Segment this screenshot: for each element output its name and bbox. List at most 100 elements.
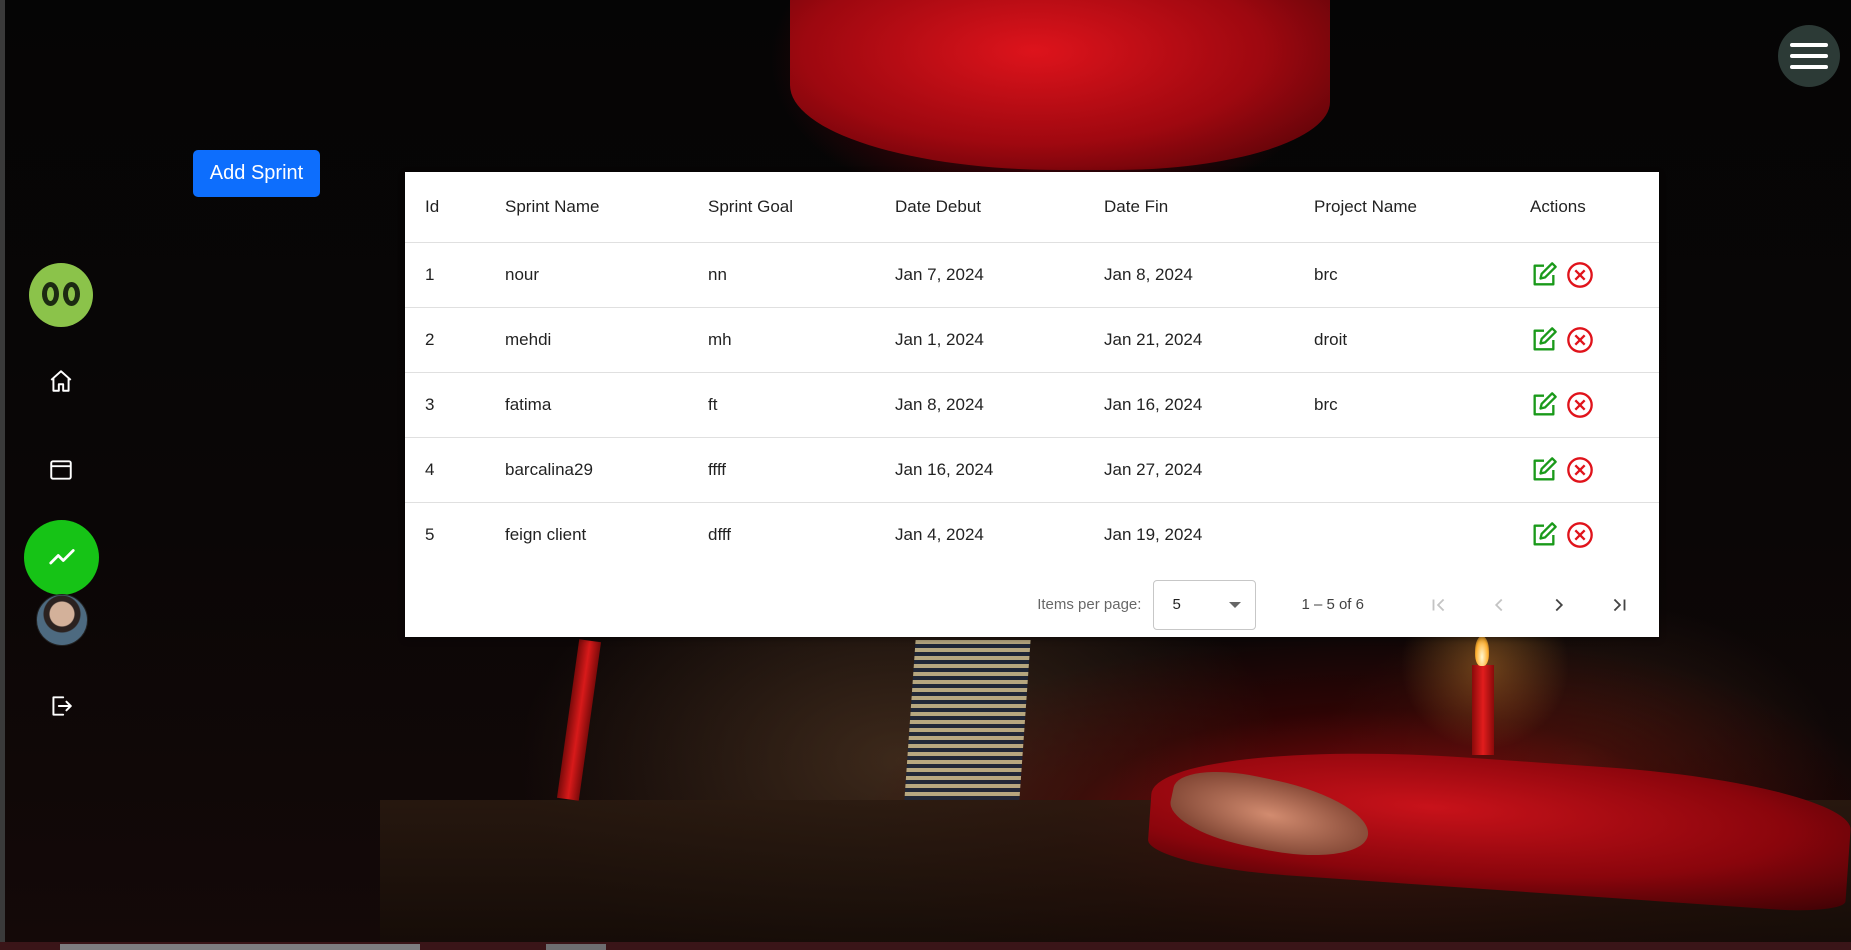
cell-sprint-name: feign client [505,525,587,544]
edit-icon [1533,262,1557,286]
column-header-project-name[interactable]: Project Name [1294,172,1510,243]
cell-sprint-goal: ffff [688,437,875,503]
table-row: 3 fatima ft Jan 8, 2024 Jan 16, 2024 brc [405,372,1659,438]
next-page-button[interactable] [1529,581,1589,629]
cell-sprint-name: nour [485,242,688,308]
cell-project-name [1294,437,1510,503]
table-row: 1 nour nn Jan 7, 2024 Jan 8, 2024 brc [405,242,1659,308]
brand-logo[interactable] [29,263,93,327]
edit-button[interactable] [1530,326,1558,354]
cell-sprint-name: barcalina29 [485,437,688,503]
cell-date-debut: Jan 7, 2024 [875,242,1084,308]
sidebar-item-home[interactable] [45,365,77,397]
sidebar-item-logout[interactable] [45,690,77,722]
row-actions [1530,456,1659,484]
cell-id: 5 [425,525,435,544]
cell-id: 4 [405,437,485,503]
hamburger-menu-icon [1790,43,1828,69]
delete-button[interactable] [1566,391,1594,419]
chevron-down-icon [1229,601,1242,608]
edit-button[interactable] [1530,456,1558,484]
edit-icon [1533,392,1557,416]
edit-button[interactable] [1530,521,1558,549]
edit-button[interactable] [1530,391,1558,419]
cell-date-fin: Jan 8, 2024 [1084,242,1294,308]
row-actions [1530,261,1659,289]
table-row: 5 feign client dfff Jan 4, 2024 Jan 19, 2024 [405,503,1659,568]
items-per-page-label: Items per page: [1037,596,1142,613]
cell-id: 1 [405,242,485,308]
cell-id: 3 [405,372,485,438]
sprints-table-card: Id Sprint Name Sprint Goal Date Debut Da… [405,172,1659,637]
page-range-label: 1 – 5 of 6 [1301,596,1364,613]
column-header-date-debut[interactable]: Date Debut [875,172,1084,243]
close-circle-icon [1567,327,1593,353]
close-circle-icon [1567,457,1593,483]
edit-button[interactable] [1530,261,1558,289]
home-icon [50,370,72,392]
chevron-left-icon [1494,598,1503,611]
sprints-table: Id Sprint Name Sprint Goal Date Debut Da… [405,172,1659,567]
cell-actions [1510,242,1659,308]
delete-button[interactable] [1566,521,1594,549]
sidebar-item-window[interactable] [45,454,77,486]
cell-date-fin: Jan 21, 2024 [1084,307,1294,373]
page-size-value: 5 [1172,596,1181,613]
hamburger-menu-button[interactable] [1778,25,1840,87]
table-row: 2 mehdi mh Jan 1, 2024 Jan 21, 2024 droit [405,307,1659,373]
cell-sprint-goal: mh [688,307,875,373]
column-header-id[interactable]: Id [405,172,485,243]
last-page-icon [1613,598,1626,611]
cell-project-name: brc [1294,242,1510,308]
close-circle-icon [1567,392,1593,418]
cell-project-name: brc [1294,372,1510,438]
last-page-button[interactable] [1589,581,1649,629]
cell-sprint-goal: ft [688,372,875,438]
avatar[interactable] [36,594,88,646]
edit-icon [1533,522,1557,546]
cell-sprint-goal: dfff [708,525,732,544]
column-header-sprint-goal[interactable]: Sprint Goal [688,172,875,243]
cell-date-fin: Jan 16, 2024 [1084,372,1294,438]
row-actions [1530,521,1659,549]
cell-sprint-name: fatima [485,372,688,438]
previous-page-button[interactable] [1469,581,1529,629]
sidebar-item-stats[interactable] [24,520,99,595]
table-row: 4 barcalina29 ffff Jan 16, 2024 Jan 27, 2024 [405,437,1659,503]
first-page-button[interactable] [1409,581,1469,629]
cell-date-debut: Jan 1, 2024 [875,307,1084,373]
cell-date-debut: Jan 4, 2024 [895,525,984,544]
delete-button[interactable] [1566,261,1594,289]
page-size-select[interactable]: 5 [1153,579,1257,630]
cell-date-debut: Jan 8, 2024 [875,372,1084,438]
column-header-date-fin[interactable]: Date Fin [1084,172,1294,243]
paginator: Items per page: 5 1 – 5 of 6 [405,572,1659,637]
cell-actions [1510,372,1659,438]
edit-icon [1533,457,1557,481]
edit-icon [1533,327,1557,351]
cell-actions [1510,307,1659,373]
first-page-icon [1432,598,1445,611]
table-header-row: Id Sprint Name Sprint Goal Date Debut Da… [405,172,1659,243]
row-actions [1530,391,1659,419]
column-header-sprint-name[interactable]: Sprint Name [485,172,688,243]
cell-id: 2 [405,307,485,373]
add-sprint-button[interactable]: Add Sprint [193,150,320,197]
cell-actions [1510,437,1659,503]
delete-button[interactable] [1566,456,1594,484]
cell-date-fin: Jan 19, 2024 [1104,525,1203,544]
window-icon [50,460,72,480]
cell-project-name [1294,503,1510,568]
chevron-right-icon [1555,598,1564,611]
cell-sprint-goal: nn [688,242,875,308]
cell-actions [1510,503,1659,568]
cell-sprint-name: mehdi [485,307,688,373]
trending-up-icon [48,548,75,564]
column-header-actions: Actions [1510,172,1659,243]
close-circle-icon [1567,262,1593,288]
logo-mark-icon [42,280,80,310]
row-actions [1530,326,1659,354]
cell-date-fin: Jan 27, 2024 [1084,437,1294,503]
delete-button[interactable] [1566,326,1594,354]
window-edge [0,0,5,942]
